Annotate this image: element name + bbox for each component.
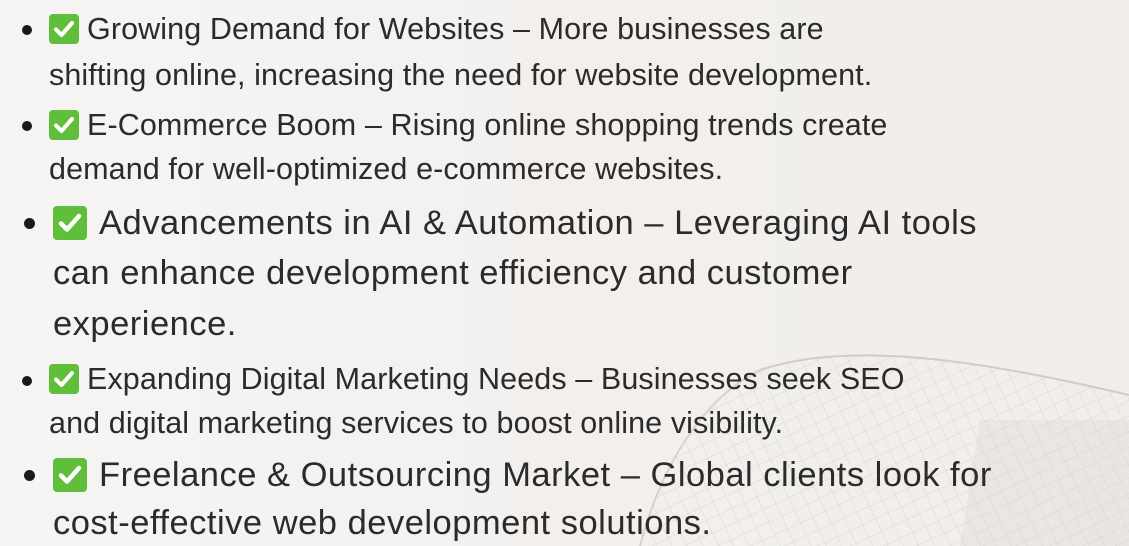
item-text-line: Freelance & Outsourcing Market – Global … [99, 456, 992, 494]
item-text-line: shifting online, increasing the need for… [49, 58, 873, 92]
item-text-line: and digital marketing services to boost … [49, 406, 784, 440]
item-text-line: demand for well-optimized e-commerce web… [49, 152, 724, 186]
item-text-line: cost-effective web development solutions… [53, 504, 712, 542]
item-text-line: Growing Demand for Websites – More busin… [87, 12, 824, 46]
check-mark-icon [49, 110, 79, 140]
bullet-dot [22, 376, 32, 386]
bullet-dot [22, 25, 32, 35]
item-text-line: Expanding Digital Marketing Needs – Busi… [87, 362, 905, 396]
item-text-line: can enhance development efficiency and c… [53, 254, 853, 292]
bullet-dot [24, 470, 35, 481]
check-mark-icon [53, 206, 87, 240]
check-mark-icon [49, 14, 79, 44]
bullet-dot [24, 218, 35, 229]
item-text-line: Advancements in AI & Automation – Levera… [99, 204, 978, 242]
check-mark-icon [49, 364, 79, 394]
item-text-line: experience. [53, 305, 237, 343]
check-mark-icon [53, 458, 87, 492]
item-text-line: E-Commerce Boom – Rising online shopping… [87, 108, 888, 142]
bullet-dot [22, 121, 32, 131]
